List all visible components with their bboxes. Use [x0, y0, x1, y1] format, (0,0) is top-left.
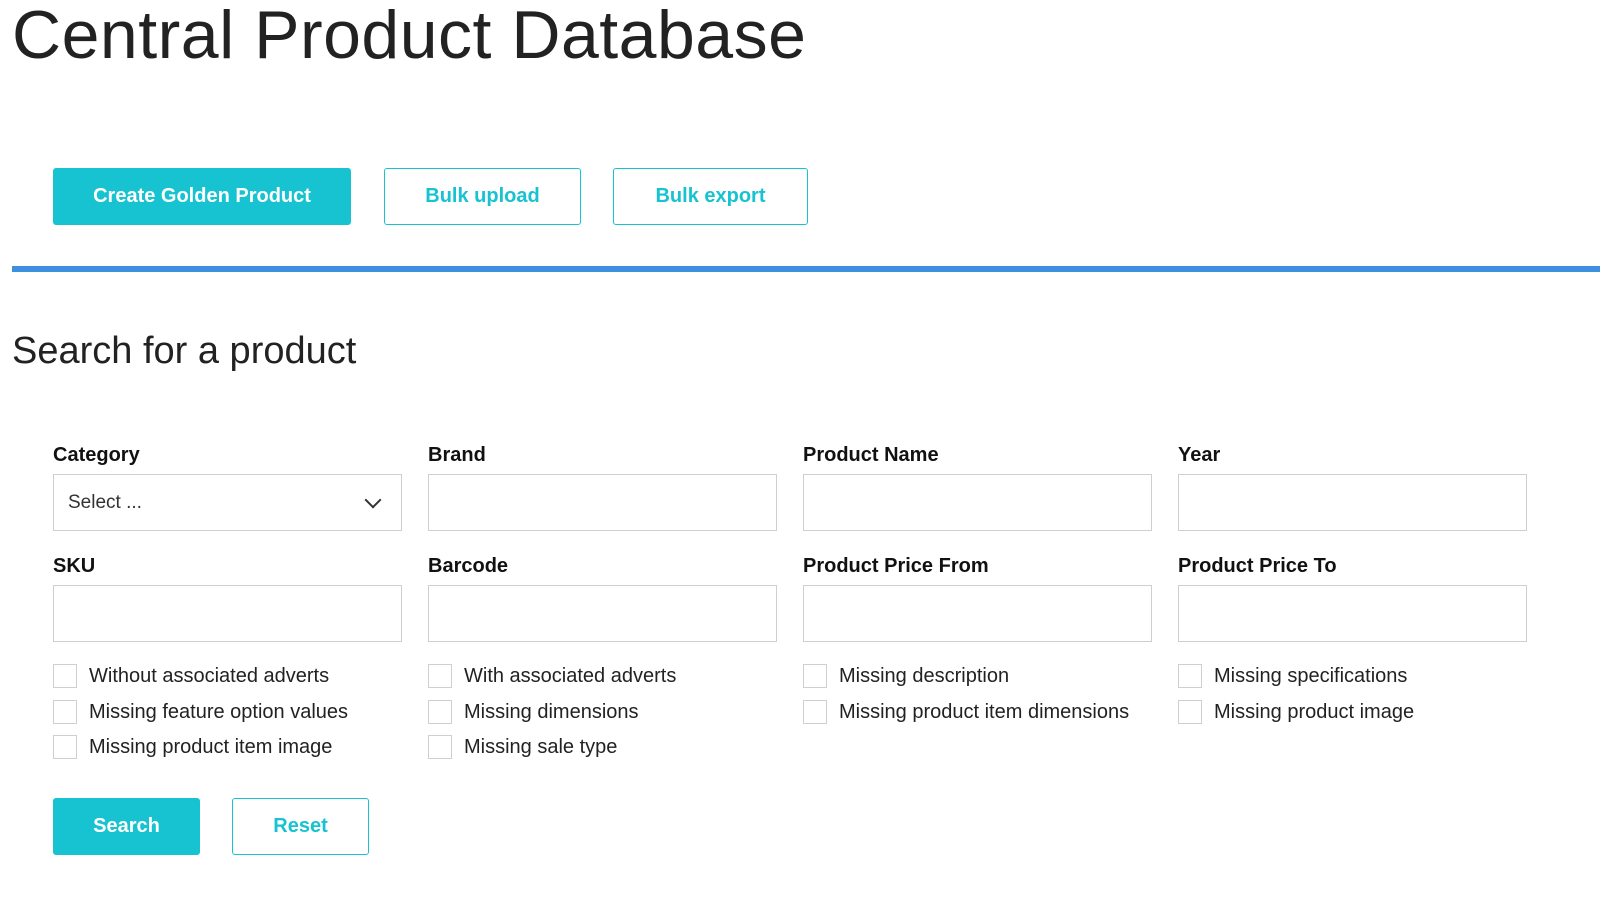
filter-label: Without associated adverts [89, 664, 330, 687]
filter-label: Missing sale type [464, 735, 618, 758]
search-section-title: Search for a product [12, 330, 357, 372]
filter-label: Missing feature option values [89, 700, 349, 723]
checkbox[interactable] [1178, 700, 1202, 724]
checkbox[interactable] [428, 664, 452, 688]
checkbox[interactable] [53, 700, 77, 724]
create-golden-product-button[interactable]: Create Golden Product [53, 168, 351, 225]
page-title: Central Product Database [12, 0, 807, 73]
filter-missing-product-item-dimensions[interactable]: Missing product item dimensions [803, 699, 1129, 725]
filter-missing-dimensions[interactable]: Missing dimensions [428, 699, 639, 725]
price-from-label: Product Price From [803, 555, 989, 577]
price-to-label: Product Price To [1178, 555, 1337, 577]
filter-with-associated-adverts[interactable]: With associated adverts [428, 663, 676, 689]
product-name-label: Product Name [803, 444, 939, 466]
filter-label: Missing product item dimensions [839, 700, 1130, 723]
filter-missing-product-item-image[interactable]: Missing product item image [53, 734, 332, 760]
filter-missing-product-image[interactable]: Missing product image [1178, 699, 1414, 725]
filter-label: Missing specifications [1214, 664, 1408, 687]
barcode-input[interactable] [428, 585, 777, 642]
page: Central Product Database Create Golden P… [0, 0, 1600, 901]
checkbox[interactable] [53, 664, 77, 688]
filter-label: Missing dimensions [464, 700, 639, 723]
brand-label: Brand [428, 444, 486, 466]
year-input[interactable] [1178, 474, 1527, 531]
year-label: Year [1178, 444, 1221, 466]
price-from-input[interactable] [803, 585, 1152, 642]
bulk-export-button[interactable]: Bulk export [613, 168, 808, 225]
price-to-input[interactable] [1178, 585, 1527, 642]
chevron-down-icon [364, 491, 382, 508]
reset-button[interactable]: Reset [232, 798, 369, 855]
category-select-value: Select ... [68, 491, 142, 513]
filter-label: With associated adverts [464, 664, 677, 687]
checkbox[interactable] [428, 700, 452, 724]
checkbox[interactable] [803, 664, 827, 688]
checkbox[interactable] [53, 735, 77, 759]
search-button[interactable]: Search [53, 798, 200, 855]
filter-missing-description[interactable]: Missing description [803, 663, 1009, 689]
section-divider [12, 266, 1600, 272]
barcode-label: Barcode [428, 555, 509, 577]
sku-label: SKU [53, 555, 96, 577]
filter-label: Missing description [839, 664, 1010, 687]
checkbox[interactable] [428, 735, 452, 759]
brand-input[interactable] [428, 474, 777, 531]
checkbox[interactable] [803, 700, 827, 724]
category-label: Category [53, 444, 140, 466]
checkbox[interactable] [1178, 664, 1202, 688]
filter-label: Missing product image [1214, 700, 1415, 723]
filter-missing-specifications[interactable]: Missing specifications [1178, 663, 1407, 689]
filter-missing-sale-type[interactable]: Missing sale type [428, 734, 617, 760]
product-name-input[interactable] [803, 474, 1152, 531]
filter-label: Missing product item image [89, 735, 333, 758]
bulk-upload-button[interactable]: Bulk upload [384, 168, 581, 225]
filter-without-associated-adverts[interactable]: Without associated adverts [53, 663, 329, 689]
category-select[interactable]: Select ... [53, 474, 402, 531]
filter-missing-feature-option-values[interactable]: Missing feature option values [53, 699, 348, 725]
sku-input[interactable] [53, 585, 402, 642]
